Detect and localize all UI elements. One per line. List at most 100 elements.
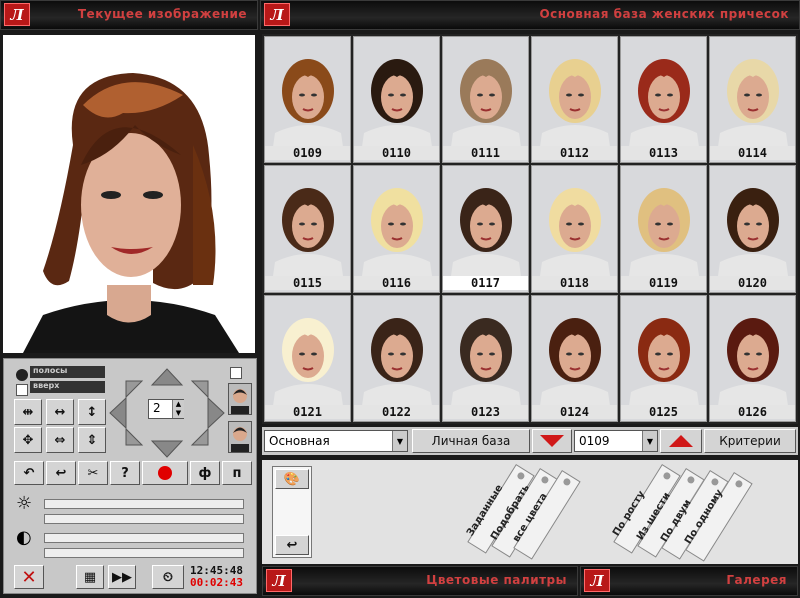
hairstyle-number: 0110: [354, 146, 439, 161]
hairstyle-portrait: [451, 188, 521, 277]
brightness-icon: ☼: [16, 493, 33, 514]
app-logo: Л: [4, 3, 30, 26]
hairstyle-number: 0116: [354, 275, 439, 290]
hairstyle-number: 0114: [710, 146, 795, 161]
hairstyle-portrait: [273, 59, 343, 147]
hairstyle-number: 0126: [710, 405, 795, 419]
gallery-button[interactable]: ▦: [76, 565, 104, 589]
checkbox-up-label: вверх: [30, 381, 105, 393]
timer-icon-button[interactable]: ⏲: [152, 565, 184, 589]
arrow-up-button[interactable]: [660, 429, 702, 453]
hairstyle-thumbnail[interactable]: 0112: [531, 36, 618, 164]
hairstyle-portrait: [718, 188, 788, 277]
tool-f-button[interactable]: ф: [190, 461, 220, 485]
hairstyle-portrait: [629, 188, 699, 277]
hairstyle-portrait: [718, 317, 788, 406]
face-icon: [231, 427, 249, 452]
hairstyle-number: 0119: [621, 275, 706, 290]
hairstyle-thumbnail[interactable]: 0126: [709, 294, 796, 422]
tool-p-button[interactable]: п: [222, 461, 252, 485]
chevron-down-icon[interactable]: ▼: [642, 431, 657, 451]
hairstyle-thumbnail[interactable]: 0118: [531, 165, 618, 293]
hairstyle-number: 0111: [443, 146, 528, 161]
hairstyle-thumbnail[interactable]: 0117: [442, 165, 529, 293]
hairstyle-number: 0109: [265, 146, 350, 161]
hairstyle-thumbnail[interactable]: 0119: [620, 165, 707, 293]
number-dropdown[interactable]: 0109 ▼: [574, 430, 658, 452]
arrow-down-button[interactable]: [532, 429, 572, 453]
current-photo: [3, 35, 255, 353]
cut-button[interactable]: ✂: [78, 461, 108, 485]
undo-button[interactable]: ↩: [46, 461, 76, 485]
hairstyle-portrait: [451, 59, 521, 147]
hairstyle-thumbnail[interactable]: 0122: [353, 294, 440, 422]
fast-forward-button[interactable]: ▶▶: [108, 565, 136, 589]
move-all-button[interactable]: ✥: [14, 427, 42, 453]
record-icon: [158, 466, 172, 480]
hairstyle-thumbnail[interactable]: 0109: [264, 36, 351, 164]
profile-thumb-2[interactable]: [228, 421, 252, 453]
hairstyle-portrait: [451, 317, 521, 406]
hairstyle-portrait: [273, 188, 343, 277]
hairstyle-thumbnail[interactable]: 0114: [709, 36, 796, 164]
hairstyle-thumbnail[interactable]: 0121: [264, 294, 351, 422]
shrink-vertical-button[interactable]: ⇕: [78, 427, 106, 453]
tab-dot-icon: [562, 477, 572, 487]
brightness-slider[interactable]: [44, 499, 244, 509]
radio-stripes[interactable]: [16, 369, 28, 381]
hairstyle-thumbnail[interactable]: 0123: [442, 294, 529, 422]
hairstyle-thumbnail[interactable]: 0120: [709, 165, 796, 293]
base-header: Л Основная база женских причесок: [260, 0, 800, 30]
criteria-button[interactable]: Критерии: [704, 429, 796, 453]
color-palettes-footer: Л Цветовые палитры: [262, 566, 578, 596]
hairstyle-thumbnail[interactable]: 0113: [620, 36, 707, 164]
profile-thumb-1[interactable]: [228, 383, 252, 415]
record-button[interactable]: [142, 461, 188, 485]
hairstyle-portrait: [362, 188, 432, 277]
hairstyle-number: 0120: [710, 275, 795, 290]
gallery-title[interactable]: Галерея: [726, 573, 787, 587]
stretch-horizontal-button[interactable]: ↔: [46, 399, 74, 425]
hairstyle-thumbnail[interactable]: 0116: [353, 165, 440, 293]
base-dropdown-value: Основная: [269, 434, 330, 448]
help-button[interactable]: ?: [110, 461, 140, 485]
return-button[interactable]: ↩: [275, 535, 309, 555]
shrink-horizontal-button[interactable]: ⇔: [46, 427, 74, 453]
step-spinner[interactable]: ▲ ▼: [172, 400, 184, 418]
palette-area: 🎨 ↩ Заданные Подобрать все цвета По росту Из…: [262, 460, 798, 564]
fill-bucket-button[interactable]: 🎨: [275, 469, 309, 489]
session-timer: 00:02:43: [190, 576, 243, 589]
hairstyle-portrait: [629, 317, 699, 406]
hairstyle-thumbnail[interactable]: 0110: [353, 36, 440, 164]
hairstyle-thumbnail[interactable]: 0111: [442, 36, 529, 164]
hairstyle-number: 0117: [443, 275, 528, 290]
undo-history-button[interactable]: ↶: [14, 461, 44, 485]
control-panel: полосы вверх ⇹ ↔ ↕ ✥ ⇔ ⇕ 2 ▲ ▼ ↶ ↩ ✂ ? ф …: [3, 358, 257, 594]
hairstyle-number: 0113: [621, 146, 706, 161]
tab-dot-icon: [540, 475, 550, 485]
color-palettes-title[interactable]: Цветовые палитры: [426, 573, 567, 587]
hairstyle-portrait: [362, 317, 432, 406]
hairstyle-portrait: [362, 59, 432, 147]
checkbox-up[interactable]: [16, 384, 28, 396]
hairstyle-number: 0112: [532, 146, 617, 161]
personal-base-button[interactable]: Личная база: [412, 429, 530, 453]
stretch-vertical-button[interactable]: ↕: [78, 399, 106, 425]
hairstyle-portrait: [718, 59, 788, 147]
hairstyle-number: 0121: [265, 405, 350, 419]
move-horizontal-button[interactable]: ⇹: [14, 399, 42, 425]
hairstyle-number: 0115: [265, 275, 350, 290]
brightness-slider-2[interactable]: [44, 514, 244, 524]
contrast-slider-2[interactable]: [44, 548, 244, 558]
chevron-down-icon[interactable]: ▼: [392, 431, 407, 451]
hairstyle-thumbnail[interactable]: 0125: [620, 294, 707, 422]
base-selector-row: Основная ▼ Личная база 0109 ▼ Критерии: [262, 427, 798, 455]
hairstyle-thumbnail[interactable]: 0124: [531, 294, 618, 422]
base-dropdown[interactable]: Основная ▼: [264, 430, 408, 452]
hairstyle-number: 0124: [532, 405, 617, 419]
close-button[interactable]: ✕: [14, 565, 44, 589]
palette-preview-box: 🎨 ↩: [272, 466, 312, 558]
preview-checkbox[interactable]: [230, 367, 242, 379]
contrast-slider[interactable]: [44, 533, 244, 543]
hairstyle-thumbnail[interactable]: 0115: [264, 165, 351, 293]
